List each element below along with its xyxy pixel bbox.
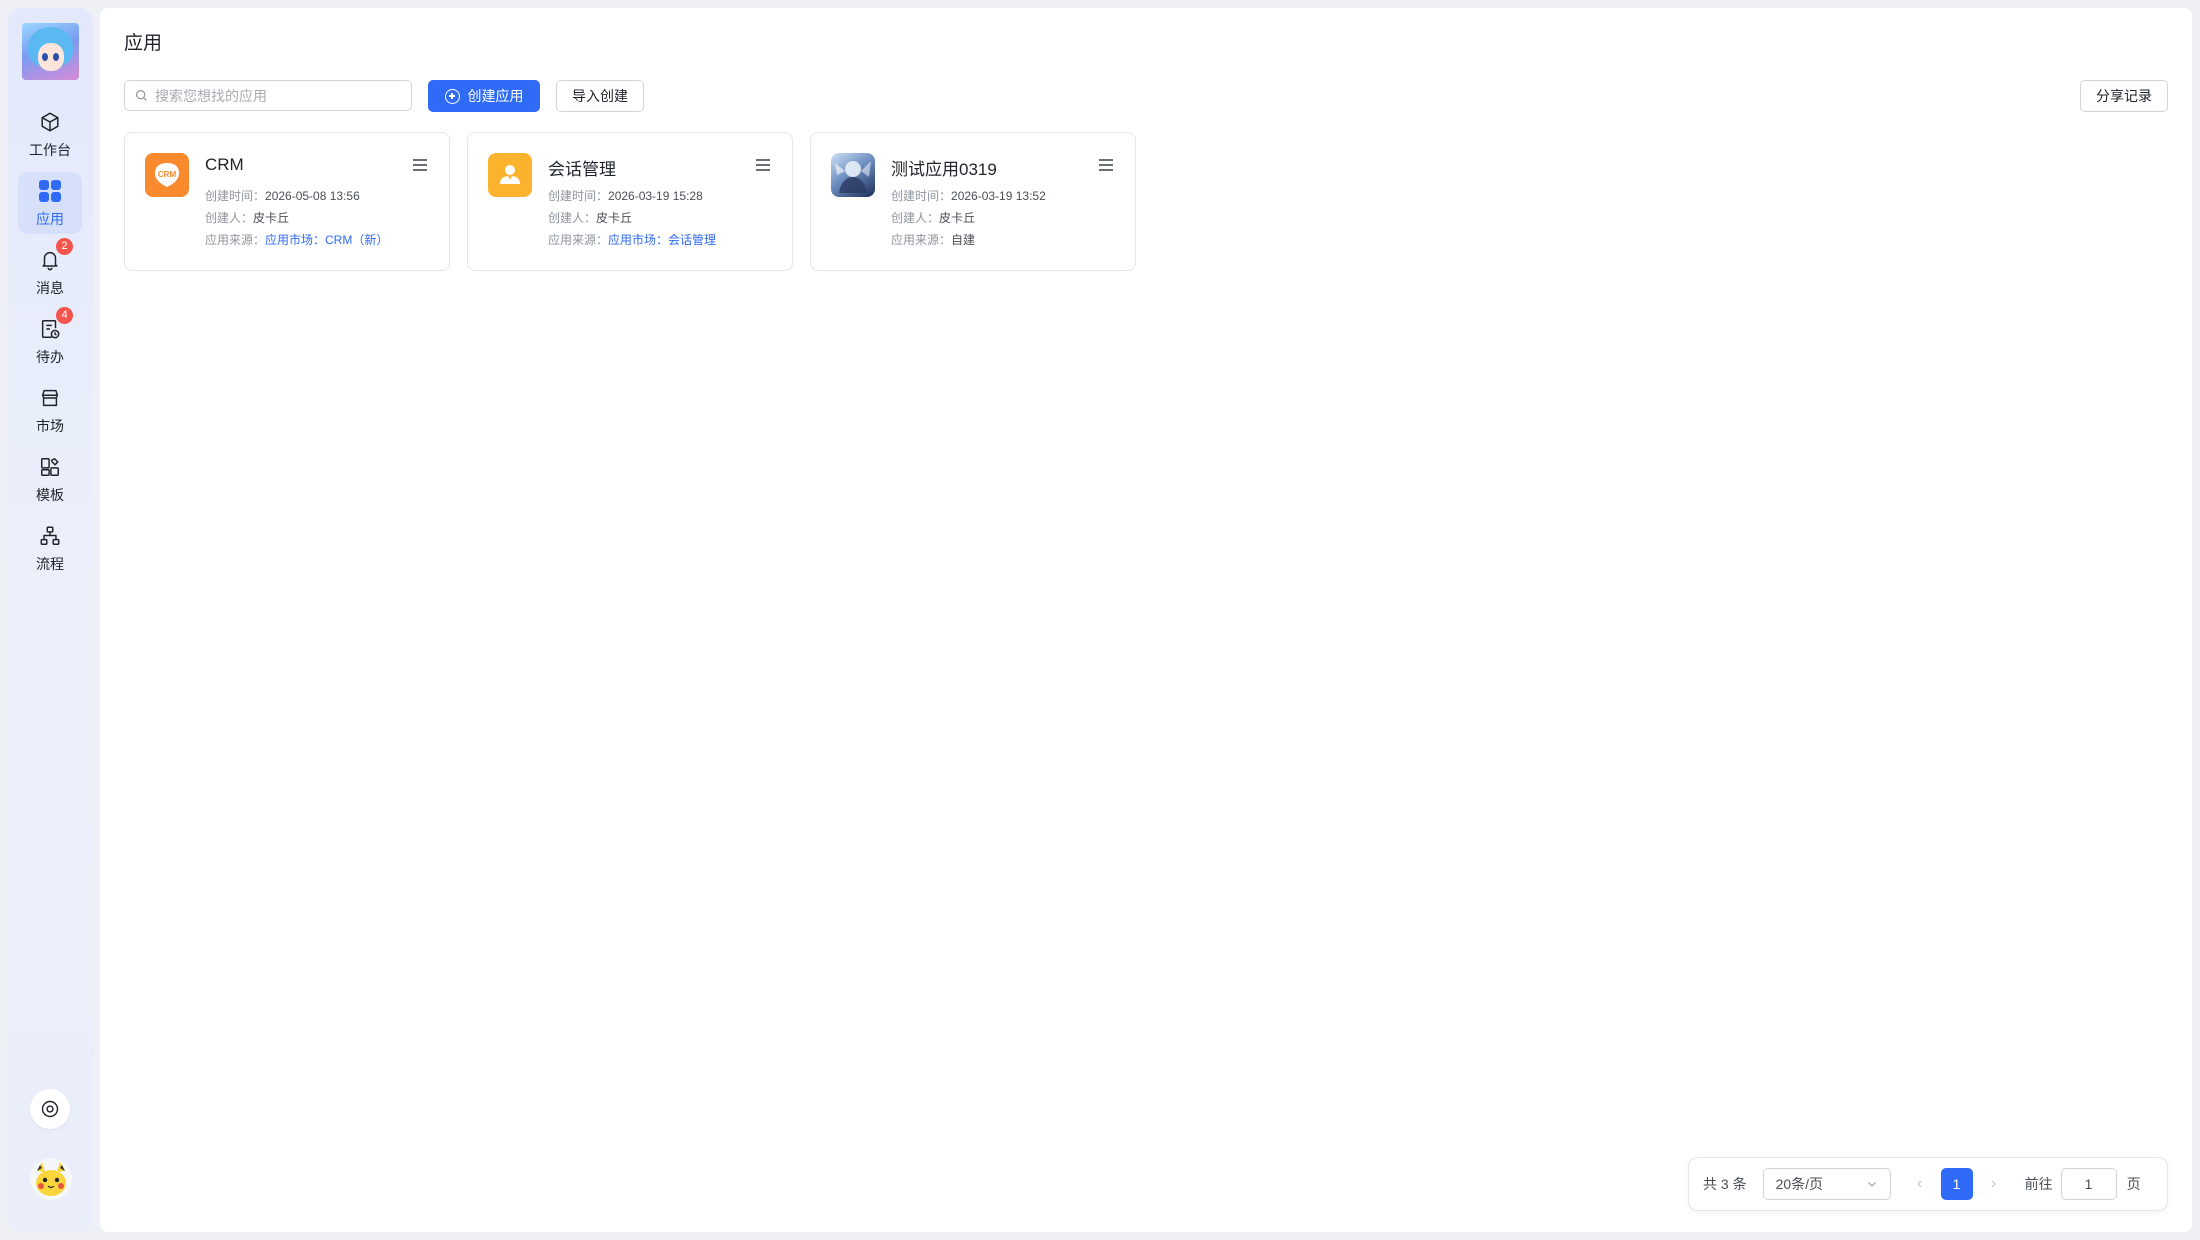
app-card-test[interactable]: 测试应用0319 创建时间：2026-03-19 13:52 创建人：皮卡丘 应… (810, 132, 1136, 271)
page-number-button[interactable]: 1 (1940, 1168, 1973, 1200)
crm-app-icon: CRM (145, 153, 189, 197)
session-app-icon (488, 153, 532, 197)
import-create-button[interactable]: 导入创建 (556, 80, 644, 112)
create-app-button[interactable]: 创建应用 (428, 80, 540, 112)
app-card-crm[interactable]: CRM CRM 创建时间：2026-05-08 13:56 创建人：皮卡丘 应用… (124, 132, 450, 271)
app-name: 测试应用0319 (891, 160, 997, 179)
gear-icon (41, 1100, 59, 1118)
sidebar-item-label: 消息 (36, 280, 64, 296)
template-icon (36, 453, 64, 481)
sidebar-item-templates[interactable]: 模板 (18, 448, 82, 510)
creator: 创建人：皮卡丘 (891, 211, 976, 225)
app-source: 应用来源：应用市场：会话管理 (548, 233, 717, 247)
sidebar-item-apps[interactable]: 应用 (18, 172, 82, 234)
plus-circle-icon (444, 88, 460, 104)
app-name: 会话管理 (548, 160, 616, 179)
sidebar-item-label: 市场 (36, 418, 64, 434)
created-time: 创建时间：2026-03-19 15:28 (548, 189, 703, 203)
app-source: 应用来源：应用市场：CRM（新） (205, 233, 389, 247)
goto-page-input[interactable] (2060, 1168, 2117, 1200)
chevron-down-icon (1867, 1182, 1876, 1187)
flow-icon (36, 522, 64, 550)
sidebar-item-label: 模板 (36, 487, 64, 503)
sidebar-item-label: 待办 (36, 349, 64, 365)
total-count: 共 3 条 (1703, 1176, 1747, 1192)
app-source: 应用来源：自建 (891, 233, 976, 247)
user-avatar[interactable] (30, 1158, 72, 1200)
search-input[interactable] (155, 87, 395, 104)
pagination: 共 3 条 20条/页 ‹ 1 › 前往 页 (1688, 1157, 2168, 1211)
created-time: 创建时间：2026-05-08 13:56 (205, 189, 360, 203)
source-link[interactable]: 应用市场：CRM（新） (265, 233, 388, 247)
menu-icon[interactable] (756, 159, 770, 171)
apps-grid-icon (36, 177, 64, 205)
created-time: 创建时间：2026-03-19 13:52 (891, 189, 1046, 203)
logo[interactable] (22, 23, 79, 80)
source-link[interactable]: 应用市场：会话管理 (608, 233, 716, 247)
next-page-button[interactable]: › (1987, 1175, 2001, 1193)
app-card-session[interactable]: 会话管理 创建时间：2026-03-19 15:28 创建人：皮卡丘 应用来源：… (467, 132, 793, 271)
share-records-button[interactable]: 分享记录 (2080, 80, 2168, 112)
message-count-badge: 2 (56, 238, 73, 255)
sidebar-item-todo[interactable]: 4 待办 (18, 307, 82, 372)
menu-icon[interactable] (1099, 159, 1113, 171)
page-size-select[interactable]: 20条/页 (1762, 1168, 1891, 1200)
todo-count-badge: 4 (56, 307, 73, 324)
sidebar-item-market[interactable]: 市场 (18, 379, 82, 441)
todo-clock-icon: 4 (36, 307, 73, 343)
menu-icon[interactable] (413, 159, 427, 171)
sidebar-item-label: 工作台 (29, 142, 71, 158)
cube-icon (36, 108, 64, 136)
page-unit-label: 页 (2126, 1176, 2141, 1192)
test-app-image-icon (831, 153, 875, 197)
settings-button[interactable] (30, 1089, 70, 1129)
sidebar-item-workbench[interactable]: 工作台 (18, 103, 82, 165)
bell-icon: 2 (36, 238, 73, 274)
sidebar: 工作台 应用 2 消息 4 待办 市场 模板 流程 (8, 8, 93, 1232)
creator: 创建人：皮卡丘 (548, 211, 633, 225)
store-icon (36, 384, 64, 412)
sidebar-item-label: 流程 (36, 556, 64, 572)
prev-page-button[interactable]: ‹ (1913, 1175, 1927, 1193)
goto-label: 前往 (2024, 1176, 2053, 1192)
search-icon (136, 90, 147, 101)
page-title: 应用 (124, 33, 163, 54)
sidebar-item-messages[interactable]: 2 消息 (18, 238, 82, 303)
svg-text:CRM: CRM (158, 170, 177, 179)
app-name: CRM (205, 155, 244, 174)
sidebar-item-flow[interactable]: 流程 (18, 517, 82, 579)
main-panel: 应用 创建应用 导入创建 分享记录 CRM CRM 创建时间：2026-05-0… (100, 8, 2192, 1232)
sidebar-item-label: 应用 (36, 211, 64, 227)
creator: 创建人：皮卡丘 (205, 211, 290, 225)
search-box[interactable] (124, 80, 412, 111)
